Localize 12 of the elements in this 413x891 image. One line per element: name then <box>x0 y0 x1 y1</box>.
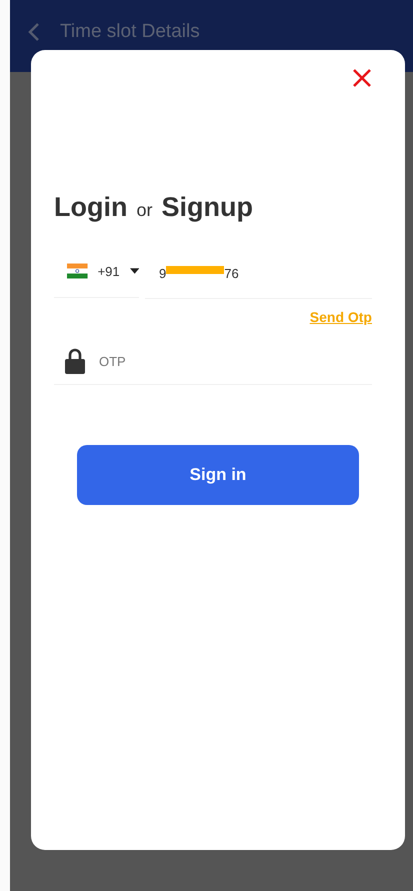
dropdown-caret-icon <box>130 268 139 274</box>
signup-heading: Signup <box>162 192 253 223</box>
close-icon[interactable] <box>352 68 372 88</box>
back-icon[interactable] <box>28 22 40 42</box>
screen-title: Time slot Details <box>60 21 200 43</box>
login-heading: Login <box>54 192 128 223</box>
lock-icon <box>65 348 85 374</box>
flag-icon <box>67 263 88 279</box>
country-code-picker[interactable]: +91 <box>54 249 139 298</box>
phone-field[interactable]: 9 76 <box>145 249 372 299</box>
or-text: or <box>136 200 152 221</box>
sign-in-button[interactable]: Sign in <box>77 445 359 505</box>
